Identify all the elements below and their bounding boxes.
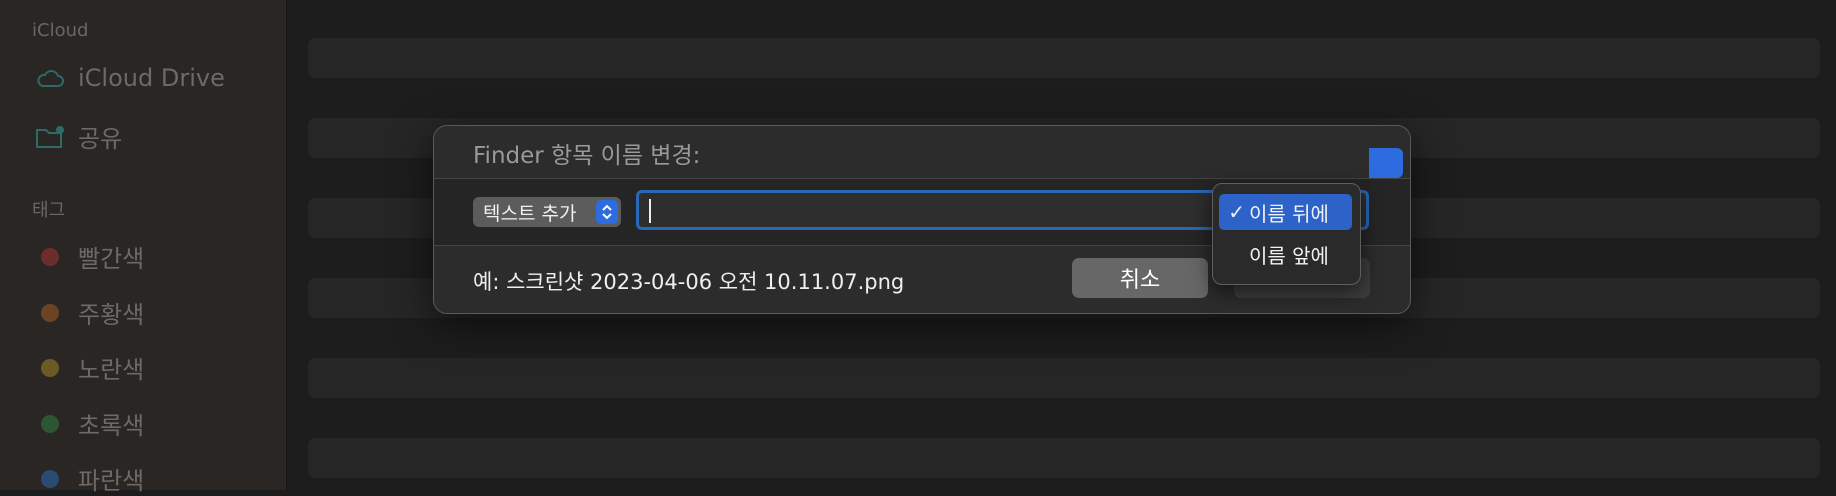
sidebar-tag-green[interactable]: 초록색 — [34, 406, 144, 441]
menu-item-label: 이름 앞에 — [1249, 243, 1329, 268]
sidebar-item-label: 공유 — [78, 125, 123, 153]
sidebar-tag-red[interactable]: 빨간색 — [34, 239, 144, 274]
format-popup-button[interactable]: 텍스트 추가 — [473, 197, 621, 227]
sidebar-item-label: 주황색 — [78, 301, 145, 329]
sidebar-item-icloud-drive[interactable]: iCloud Drive — [34, 64, 225, 92]
cloud-icon — [34, 66, 66, 90]
tag-dot-icon — [41, 303, 59, 322]
text-caret — [649, 199, 651, 223]
sidebar-tag-orange[interactable]: 주황색 — [34, 295, 144, 330]
sidebar-item-label: 빨간색 — [78, 245, 145, 273]
position-menu: ✓ 이름 뒤에 이름 앞에 — [1212, 183, 1361, 285]
list-item[interactable] — [308, 38, 1820, 78]
sidebar-tag-yellow[interactable]: 노란색 — [34, 350, 144, 385]
tag-dot-icon — [41, 358, 59, 377]
sidebar-section-icloud: iCloud — [32, 20, 89, 41]
menu-item-label: 이름 뒤에 — [1249, 201, 1329, 226]
sidebar-item-label: 노란색 — [78, 356, 145, 384]
tag-dot-icon — [41, 414, 59, 433]
dialog-title: Finder 항목 이름 변경: — [473, 143, 701, 169]
menu-item-after-name[interactable]: ✓ 이름 뒤에 — [1219, 194, 1352, 230]
sidebar-tag-blue[interactable]: 파란색 — [34, 461, 144, 496]
cancel-button[interactable]: 취소 — [1072, 258, 1208, 298]
example-text: 예: 스크린샷 2023-04-06 오전 10.11.07.png — [473, 270, 905, 294]
sidebar: iCloud iCloud Drive 공유 태그 빨간색 주황색 노란색 초록… — [0, 0, 287, 495]
sidebar-item-label: 파란색 — [78, 467, 145, 495]
shared-folder-icon — [34, 125, 66, 149]
sidebar-item-label: iCloud Drive — [78, 64, 225, 92]
checkmark-icon: ✓ — [1228, 200, 1245, 224]
format-popup-label: 텍스트 추가 — [483, 202, 577, 225]
tag-dot-icon — [41, 469, 59, 488]
chevron-updown-icon — [596, 200, 618, 224]
sidebar-item-shared[interactable]: 공유 — [34, 119, 122, 154]
menu-item-before-name[interactable]: 이름 앞에 — [1219, 236, 1352, 272]
tag-dot-icon — [41, 247, 59, 266]
position-popup-button[interactable] — [1369, 148, 1403, 178]
list-item[interactable] — [308, 438, 1820, 478]
sidebar-item-label: 초록색 — [78, 412, 145, 440]
sidebar-section-tags: 태그 — [32, 200, 66, 221]
list-item[interactable] — [308, 358, 1820, 398]
